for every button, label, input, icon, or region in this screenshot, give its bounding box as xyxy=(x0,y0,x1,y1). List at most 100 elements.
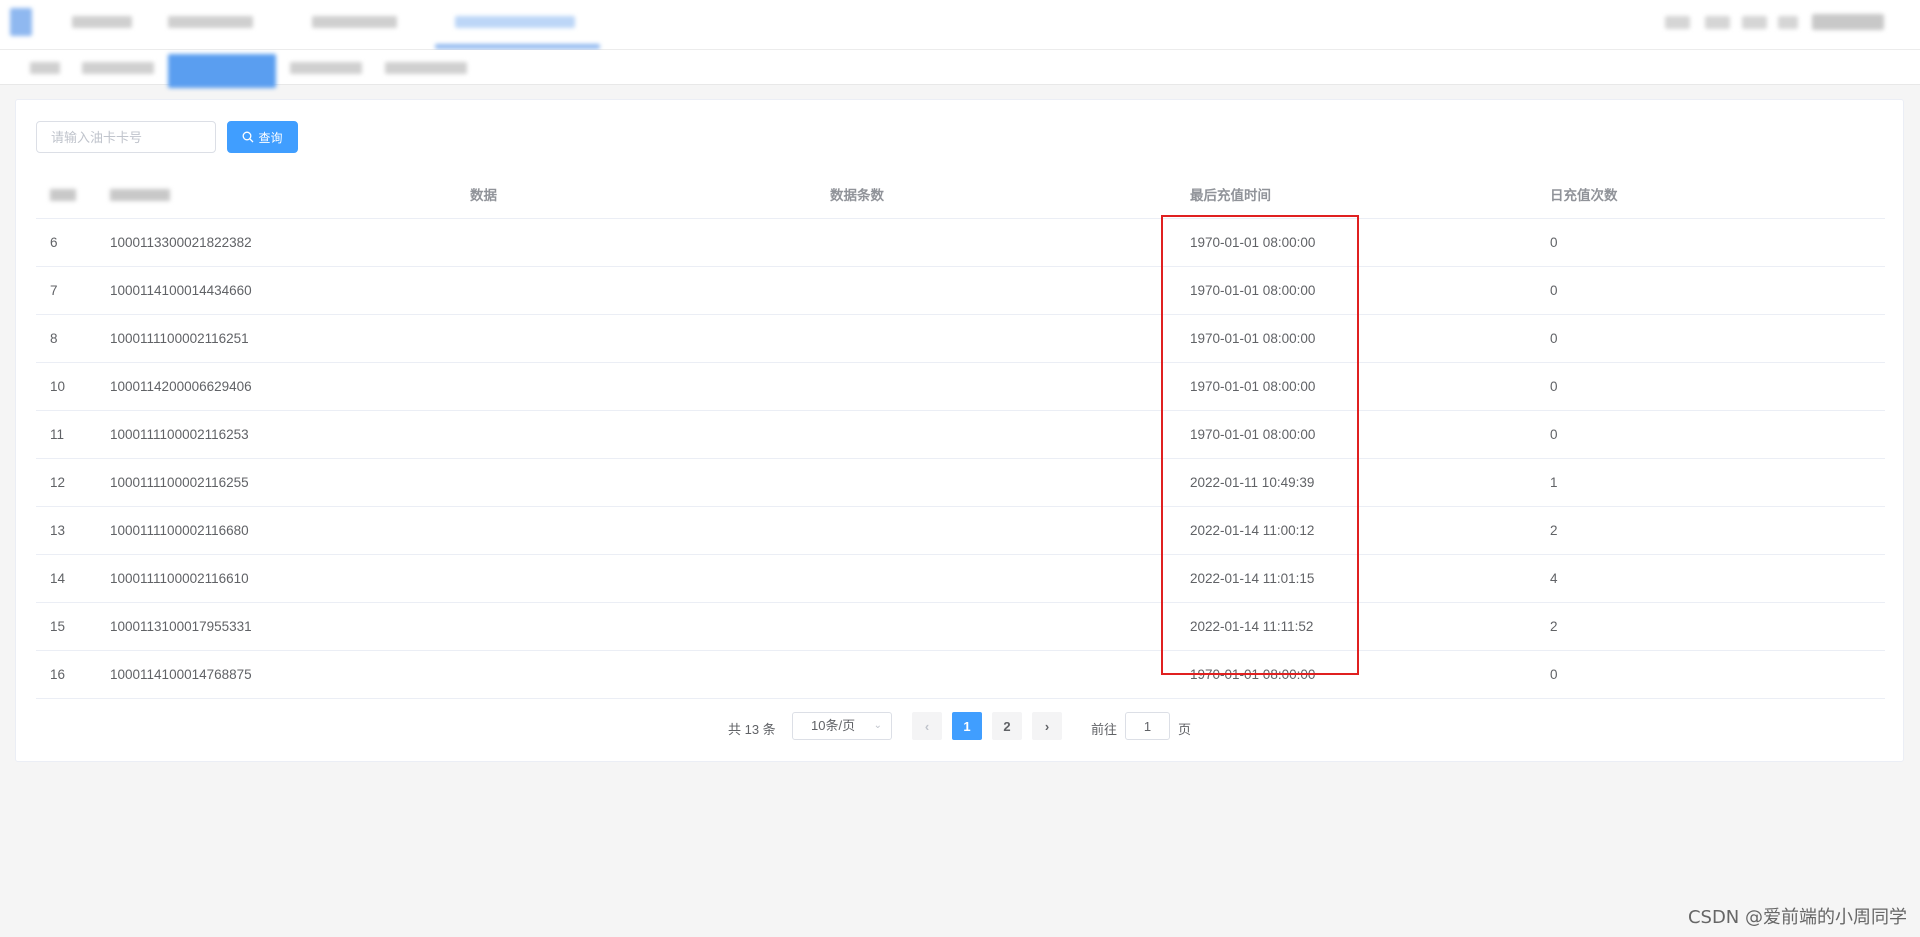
cell-count xyxy=(816,266,1176,315)
table-row: 6 1000113300021822382 1970-01-01 08:00:00 0 xyxy=(36,218,1885,267)
cell-card-number: 1000111100002116255 xyxy=(96,458,456,507)
header-action[interactable] xyxy=(1705,16,1730,29)
header-action[interactable] xyxy=(1742,16,1767,29)
table-row: 7 1000114100014434660 1970-01-01 08:00:00 0 xyxy=(36,266,1885,315)
column-header-last-recharge-time: 最后充值时间 xyxy=(1176,170,1536,219)
column-header-card-number xyxy=(96,170,456,219)
cell-daily-recharge-count: 2 xyxy=(1536,506,1885,555)
cell-daily-recharge-count: 0 xyxy=(1536,362,1885,411)
cell-count xyxy=(816,314,1176,363)
user-menu[interactable] xyxy=(1812,14,1884,30)
cell-daily-recharge-count: 0 xyxy=(1536,650,1885,699)
tag-item[interactable] xyxy=(30,62,60,74)
cell-data xyxy=(456,218,816,267)
cell-card-number: 1000114100014434660 xyxy=(96,266,456,315)
column-header-count: 数据条数 xyxy=(816,170,1176,219)
cell-data xyxy=(456,362,816,411)
cell-count xyxy=(816,650,1176,699)
page-2-button[interactable]: 2 xyxy=(992,712,1022,740)
cell-card-number: 1000113100017955331 xyxy=(96,602,456,651)
next-page-button[interactable]: › xyxy=(1032,712,1062,740)
content-card: 查询 数据 数据条数 最后充值时间 日充值次数 6100011330002182… xyxy=(15,99,1904,762)
cell-count xyxy=(816,506,1176,555)
cell-data xyxy=(456,506,816,555)
tag-item[interactable] xyxy=(290,62,362,74)
header-action[interactable] xyxy=(1778,16,1798,29)
cell-count xyxy=(816,602,1176,651)
search-icon xyxy=(243,131,254,143)
search-button[interactable]: 查询 xyxy=(227,121,298,153)
goto-page-suffix: 页 xyxy=(1178,722,1192,737)
cell-data xyxy=(456,554,816,603)
cell-data xyxy=(456,602,816,651)
cell-daily-recharge-count: 1 xyxy=(1536,458,1885,507)
cell-last-recharge-time: 1970-01-01 08:00:00 xyxy=(1176,650,1536,699)
cell-index: 6 xyxy=(36,218,96,267)
cell-last-recharge-time: 1970-01-01 08:00:00 xyxy=(1176,362,1536,411)
cell-last-recharge-time: 1970-01-01 08:00:00 xyxy=(1176,314,1536,363)
table-header-row: 数据 数据条数 最后充值时间 日充值次数 xyxy=(36,170,1885,219)
cell-last-recharge-time: 2022-01-14 11:01:15 xyxy=(1176,554,1536,603)
cell-index: 14 xyxy=(36,554,96,603)
cell-count xyxy=(816,218,1176,267)
cell-card-number: 1000114100014768875 xyxy=(96,650,456,699)
column-header-index xyxy=(36,170,96,219)
cell-last-recharge-time: 2022-01-11 10:49:39 xyxy=(1176,458,1536,507)
nav-item-active[interactable] xyxy=(455,16,575,28)
cell-count xyxy=(816,554,1176,603)
tag-item[interactable] xyxy=(82,62,154,74)
cell-card-number: 1000113300021822382 xyxy=(96,218,456,267)
nav-item[interactable] xyxy=(72,16,132,28)
table-row: 13 1000111100002116680 2022-01-14 11:00:12… xyxy=(36,506,1885,555)
cell-last-recharge-time: 1970-01-01 08:00:00 xyxy=(1176,218,1536,267)
cell-card-number: 1000114200006629406 xyxy=(96,362,456,411)
cell-index: 8 xyxy=(36,314,96,363)
cell-last-recharge-time: 2022-01-14 11:11:52 xyxy=(1176,602,1536,651)
prev-page-button[interactable]: ‹ xyxy=(912,712,942,740)
cell-daily-recharge-count: 0 xyxy=(1536,314,1885,363)
table-row: 8 1000111100002116251 1970-01-01 08:00:00 0 xyxy=(36,314,1885,363)
tag-item[interactable] xyxy=(385,62,467,74)
cell-data xyxy=(456,410,816,459)
table-row: 10 1000114200006629406 1970-01-01 08:00:00… xyxy=(36,362,1885,411)
cell-data xyxy=(456,314,816,363)
page-size-value: 10条/页 xyxy=(811,718,856,733)
chevron-down-icon: ⌄ xyxy=(873,720,882,731)
goto-page-input[interactable] xyxy=(1125,712,1170,740)
cell-index: 12 xyxy=(36,458,96,507)
cell-count xyxy=(816,362,1176,411)
table-row: 11 1000111100002116253 1970-01-01 08:00:00… xyxy=(36,410,1885,459)
cell-daily-recharge-count: 0 xyxy=(1536,218,1885,267)
cell-daily-recharge-count: 2 xyxy=(1536,602,1885,651)
tags-bar xyxy=(0,50,1920,88)
cell-index: 11 xyxy=(36,410,96,459)
nav-item[interactable] xyxy=(312,16,397,28)
page-size-select[interactable]: 10条/页 ⌄ xyxy=(792,712,892,740)
cell-card-number: 1000111100002116680 xyxy=(96,506,456,555)
cell-last-recharge-time: 1970-01-01 08:00:00 xyxy=(1176,266,1536,315)
cell-card-number: 1000111100002116251 xyxy=(96,314,456,363)
table-row: 14 1000111100002116610 2022-01-14 11:01:15… xyxy=(36,554,1885,603)
cell-index: 16 xyxy=(36,650,96,699)
search-button-label: 查询 xyxy=(258,130,283,145)
cell-daily-recharge-count: 0 xyxy=(1536,266,1885,315)
top-navbar xyxy=(0,0,1920,50)
page-1-button[interactable]: 1 xyxy=(952,712,982,740)
cell-daily-recharge-count: 0 xyxy=(1536,410,1885,459)
nav-active-underline xyxy=(435,44,600,49)
cell-data xyxy=(456,266,816,315)
column-header-daily-recharge-count: 日充值次数 xyxy=(1536,170,1885,219)
header-action[interactable] xyxy=(1665,16,1690,29)
cell-data xyxy=(456,458,816,507)
cell-last-recharge-time: 1970-01-01 08:00:00 xyxy=(1176,410,1536,459)
table-row: 15 1000113100017955331 2022-01-14 11:11:52… xyxy=(36,602,1885,651)
nav-item[interactable] xyxy=(168,16,253,28)
logo xyxy=(10,8,32,36)
watermark: CSDN @爱前端的小周同学 xyxy=(1687,907,1907,928)
chevron-right-icon: › xyxy=(1044,718,1050,734)
cell-index: 15 xyxy=(36,602,96,651)
cell-daily-recharge-count: 4 xyxy=(1536,554,1885,603)
cell-card-number: 1000111100002116253 xyxy=(96,410,456,459)
tag-item-active[interactable] xyxy=(168,54,276,88)
card-number-search-input[interactable] xyxy=(36,121,216,153)
